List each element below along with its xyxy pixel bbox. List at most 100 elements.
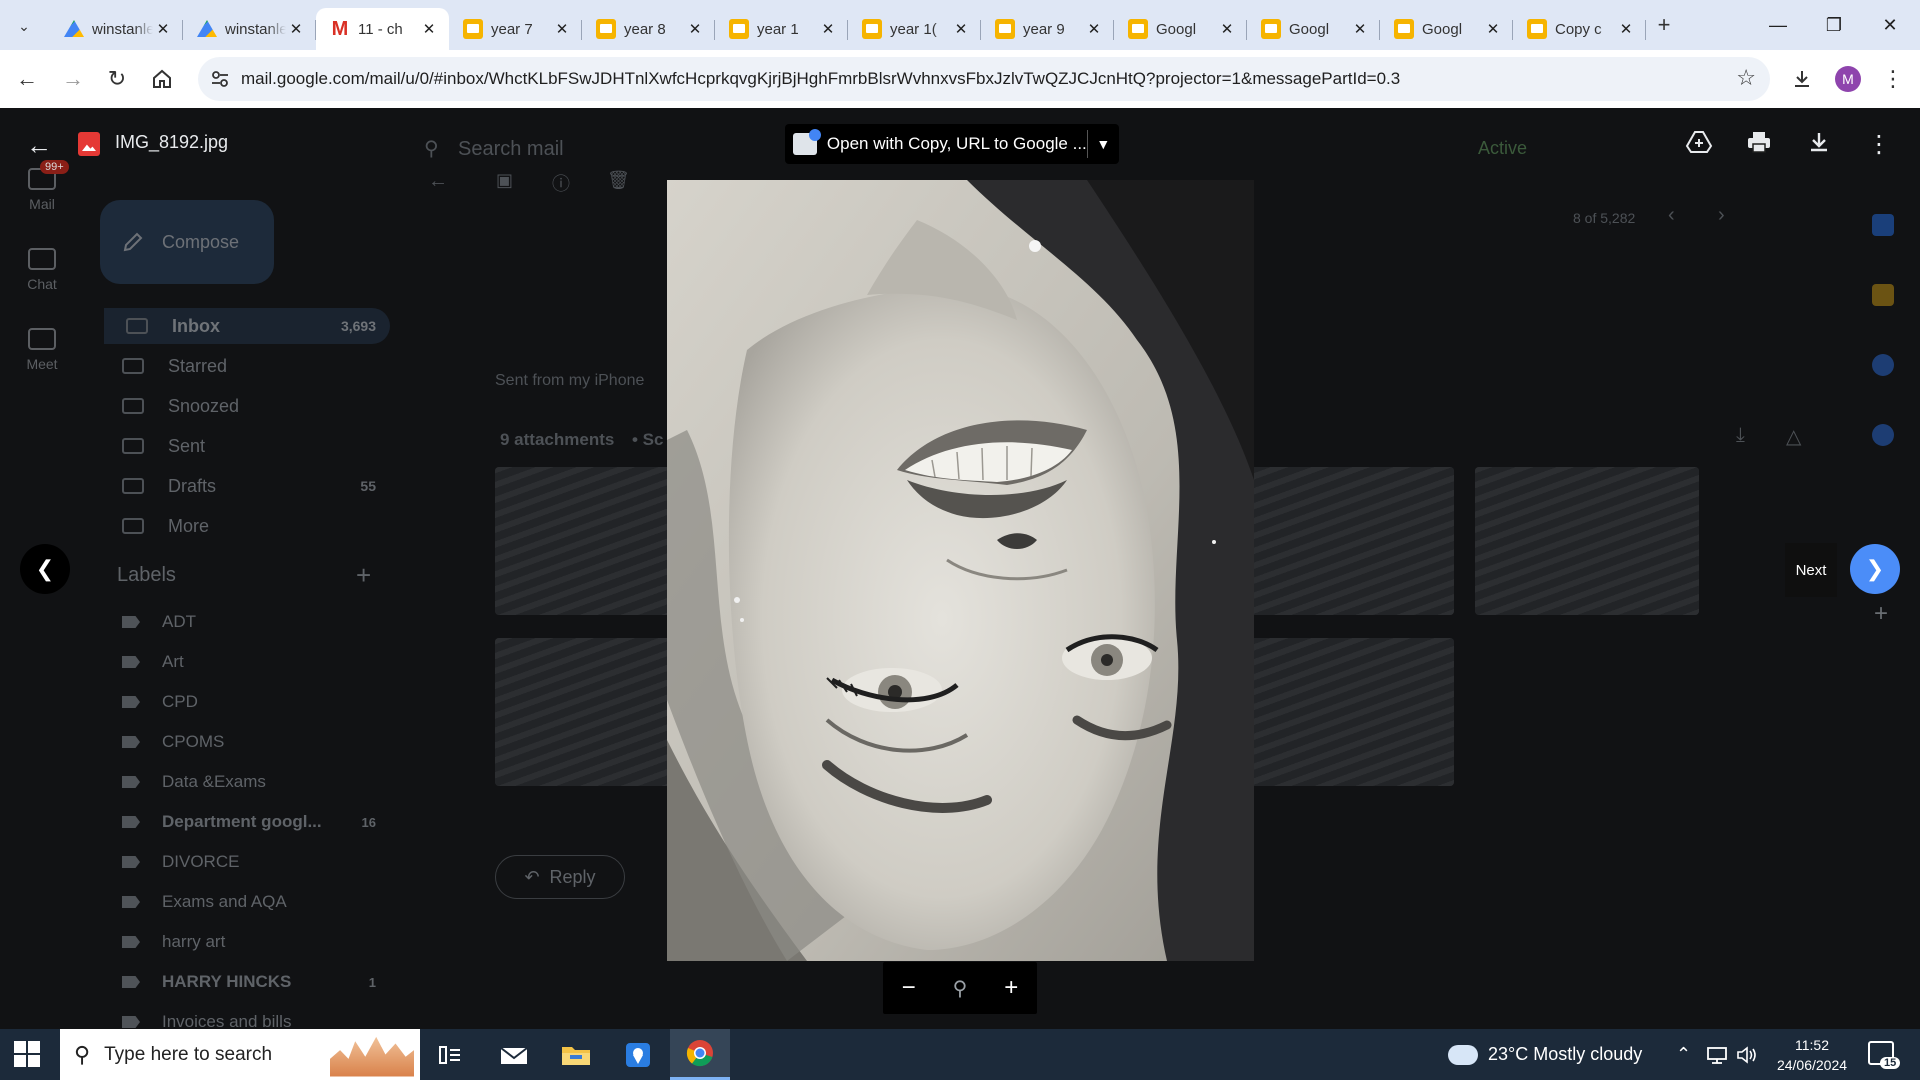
tab-search-button[interactable]: ⌄ — [8, 10, 40, 42]
attachment-thumbnail[interactable] — [1230, 467, 1454, 615]
forward-button[interactable]: → — [58, 64, 88, 94]
browser-tab[interactable]: winstanley✕ — [183, 8, 316, 50]
save-to-drive-icon[interactable]: △ — [1786, 424, 1801, 449]
label-item[interactable]: Exams and AQA — [100, 884, 390, 920]
download-all-icon[interactable]: ⤓ — [1736, 424, 1745, 447]
close-tab-icon[interactable]: ✕ — [818, 20, 838, 38]
close-tab-icon[interactable]: ✕ — [153, 20, 173, 38]
browser-tab[interactable]: Copy c ✕ — [1513, 8, 1646, 50]
profile-button[interactable]: M — [1833, 64, 1863, 94]
chrome-menu-button[interactable]: ⋮ — [1878, 64, 1908, 94]
url-text[interactable]: mail.google.com/mail/u/0/#inbox/WhctKLbF… — [241, 57, 1400, 101]
new-tab-button[interactable]: + — [1650, 12, 1678, 40]
close-viewer-button[interactable]: ← — [26, 130, 52, 161]
label-item[interactable]: Art — [100, 644, 390, 680]
label-item[interactable]: ADT — [100, 604, 390, 640]
reload-button[interactable]: ↻ — [102, 64, 132, 94]
address-bar[interactable]: mail.google.com/mail/u/0/#inbox/WhctKLbF… — [198, 57, 1770, 101]
nav-item-more[interactable]: More — [100, 508, 390, 544]
chrome-app-button[interactable] — [670, 1029, 730, 1080]
browser-tab[interactable]: year 1(✕ — [848, 8, 981, 50]
add-to-drive-button[interactable] — [1682, 130, 1716, 161]
browser-tab[interactable]: Googl ✕ — [1247, 8, 1380, 50]
network-icon[interactable] — [1706, 1029, 1728, 1080]
mail-app-button[interactable] — [484, 1029, 544, 1080]
nav-item-drafts[interactable]: Drafts 55 — [100, 468, 390, 504]
attachment-thumbnail[interactable] — [1475, 467, 1699, 615]
previous-attachment-button[interactable]: ❮ — [20, 544, 70, 594]
close-tab-icon[interactable]: ✕ — [685, 20, 705, 38]
open-with-dropdown[interactable]: ▼ — [1088, 136, 1119, 152]
zoom-in-button[interactable]: + — [991, 974, 1031, 1002]
close-tab-icon[interactable]: ✕ — [951, 20, 971, 38]
show-hidden-icons-button[interactable]: ⌃ — [1676, 1029, 1691, 1080]
nav-item-snoozed[interactable]: Snoozed — [100, 388, 390, 424]
close-window-button[interactable]: ✕ — [1862, 0, 1918, 50]
close-tab-icon[interactable]: ✕ — [1616, 20, 1636, 38]
get-addons-button[interactable]: + — [1874, 600, 1888, 628]
browser-tab[interactable]: Googl ✕ — [1380, 8, 1513, 50]
restore-button[interactable]: ❐ — [1806, 0, 1862, 50]
close-tab-icon[interactable]: ✕ — [419, 20, 439, 38]
close-tab-icon[interactable]: ✕ — [1084, 20, 1104, 38]
close-tab-icon[interactable]: ✕ — [1350, 20, 1370, 38]
open-with-button[interactable]: Open with Copy, URL to Google ... ▼ — [785, 124, 1119, 164]
weather-widget[interactable]: 23°C Mostly cloudy — [1442, 1029, 1642, 1080]
browser-tab[interactable]: year 8 ✕ — [582, 8, 715, 50]
compose-button[interactable]: Compose — [100, 200, 274, 284]
contacts-icon[interactable] — [1872, 424, 1894, 446]
more-options-button[interactable]: ⋮ — [1862, 130, 1896, 159]
zoom-reset-button[interactable]: ⚲ — [940, 976, 980, 1001]
label-item[interactable]: Department googl... 16 — [100, 804, 390, 840]
taskbar-search[interactable]: ⚲ Type here to search — [60, 1029, 420, 1080]
older-icon[interactable]: › — [1718, 204, 1725, 227]
task-view-button[interactable] — [420, 1029, 480, 1080]
rail-item-chat[interactable]: Chat — [16, 248, 68, 292]
calendar-icon[interactable] — [1872, 214, 1894, 236]
maps-app-button[interactable] — [608, 1029, 668, 1080]
label-item[interactable]: Invoices and bills — [100, 1004, 390, 1029]
bookmark-star-icon[interactable]: ☆ — [1736, 65, 1756, 91]
close-tab-icon[interactable]: ✕ — [552, 20, 572, 38]
download-button[interactable] — [1802, 130, 1836, 161]
file-explorer-button[interactable] — [546, 1029, 606, 1080]
label-item[interactable]: CPOMS — [100, 724, 390, 760]
home-button[interactable] — [147, 64, 177, 94]
browser-tab[interactable]: M 11 - ch ✕ — [316, 8, 449, 50]
nav-item-inbox[interactable]: Inbox 3,693 — [104, 308, 390, 344]
label-item[interactable]: DIVORCE — [100, 844, 390, 880]
label-item[interactable]: harry art — [100, 924, 390, 960]
volume-icon[interactable] — [1736, 1029, 1758, 1080]
label-item[interactable]: HARRY HINCKS 1 — [100, 964, 390, 1000]
rail-item-meet[interactable]: Meet — [16, 328, 68, 372]
close-tab-icon[interactable]: ✕ — [1217, 20, 1237, 38]
tasks-icon[interactable] — [1872, 354, 1894, 376]
minimize-button[interactable]: — — [1750, 0, 1806, 50]
windows-start-icon[interactable] — [14, 1041, 40, 1067]
keep-icon[interactable] — [1872, 284, 1894, 306]
print-button[interactable] — [1742, 130, 1776, 161]
label-item[interactable]: CPD — [100, 684, 390, 720]
next-attachment-button[interactable]: ❯ — [1850, 544, 1900, 594]
nav-item-starred[interactable]: Starred — [100, 348, 390, 384]
back-button[interactable]: ← — [12, 64, 42, 94]
close-tab-icon[interactable]: ✕ — [286, 20, 306, 38]
browser-tab[interactable]: year 9 ✕ — [981, 8, 1114, 50]
browser-tab[interactable]: winstanley✕ — [50, 8, 183, 50]
browser-tab[interactable]: year 7 ✕ — [449, 8, 582, 50]
system-clock[interactable]: 11:52 24/06/2024 — [1770, 1035, 1854, 1075]
browser-tab[interactable]: Googl ✕ — [1114, 8, 1247, 50]
close-tab-icon[interactable]: ✕ — [1483, 20, 1503, 38]
clock-date: 24/06/2024 — [1776, 1057, 1848, 1073]
slides-icon — [596, 19, 616, 39]
browser-tab[interactable]: year 1 ✕ — [715, 8, 848, 50]
label-item[interactable]: Data &Exams — [100, 764, 390, 800]
add-label-button[interactable]: + — [356, 560, 371, 591]
downloads-button[interactable] — [1787, 64, 1817, 94]
zoom-out-button[interactable]: − — [889, 974, 929, 1002]
nav-label: Snoozed — [168, 395, 240, 416]
newer-icon[interactable]: ‹ — [1668, 204, 1675, 227]
attachment-thumbnail[interactable] — [1230, 638, 1454, 786]
nav-item-sent[interactable]: Sent — [100, 428, 390, 464]
reply-button[interactable]: ↶ Reply — [495, 855, 625, 899]
